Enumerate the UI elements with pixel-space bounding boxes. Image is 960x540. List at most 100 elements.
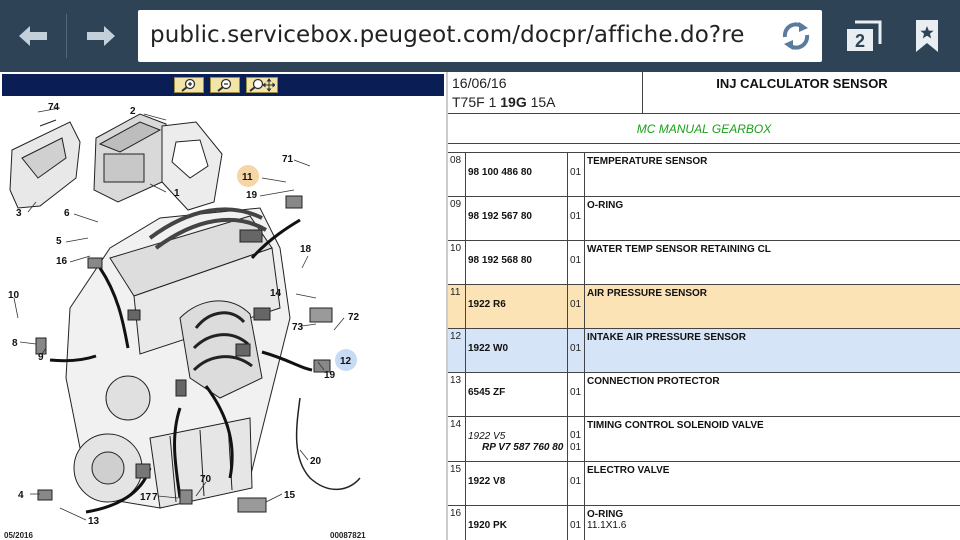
part-reference-cell[interactable]: 1922 W0 (467, 329, 568, 372)
url-text[interactable]: public.servicebox.peugeot.com/docpr/affi… (150, 22, 745, 48)
part-number-cell: 08 (448, 153, 466, 196)
zoom-toolbar (2, 74, 444, 96)
zoom-pan-icon (249, 78, 275, 92)
svg-text:74: 74 (48, 102, 60, 113)
parts-table: 08 98 100 486 80 01 TEMPERATURE SENSOR 09 98 … (448, 152, 960, 540)
part-description-cell: INTAKE AIR PRESSURE SENSOR (586, 329, 960, 372)
part-reference-cell[interactable]: 1922 R6 (467, 285, 568, 328)
table-row[interactable]: 08 98 100 486 80 01 TEMPERATURE SENSOR (448, 153, 960, 197)
part-description: ELECTRO VALVE (587, 465, 670, 476)
svg-text:1: 1 (174, 188, 180, 199)
quantity-cell: 01 (569, 197, 585, 240)
part-reference[interactable]: 1922 V5 (468, 431, 567, 442)
part-description-cell: TEMPERATURE SENSOR (586, 153, 960, 196)
part-number-cell: 13 (448, 373, 466, 416)
bookmark-icon (916, 20, 938, 52)
part-description-cell: O-RING 11.1X1.6 (586, 506, 960, 540)
part-reference-cell[interactable]: 98 192 567 80 (467, 197, 568, 240)
svg-text:19: 19 (246, 190, 258, 201)
toolbar-separator (66, 14, 67, 58)
quantity-cell: 01 (569, 506, 585, 540)
url-bar[interactable]: public.servicebox.peugeot.com/docpr/affi… (138, 10, 822, 62)
part-reference-cell[interactable]: 1920 PK (467, 506, 568, 540)
part-number-cell: 14 (448, 417, 466, 461)
svg-text:6: 6 (64, 208, 70, 219)
part-reference-cell[interactable]: 6545 ZF (467, 373, 568, 416)
svg-text:9: 9 (38, 352, 44, 363)
tab-count: 2 (855, 31, 865, 51)
zoom-out-button[interactable] (210, 77, 240, 93)
part-note: 11.1X1.6 (587, 520, 627, 531)
table-row[interactable]: 12 1922 W0 01 INTAKE AIR PRESSURE SENSOR (448, 329, 960, 373)
part-reference-cell[interactable]: 1922 V8 (467, 462, 568, 505)
table-row[interactable]: 09 98 192 567 80 01 O-RING (448, 197, 960, 241)
part-number-cell: 10 (448, 241, 466, 284)
part-description: AIR PRESSURE SENSOR (587, 288, 708, 299)
part-description: TEMPERATURE SENSOR (587, 156, 708, 167)
reload-button[interactable] (776, 16, 816, 56)
browser-toolbar: public.servicebox.peugeot.com/docpr/affi… (0, 0, 960, 72)
quantity-cell: 01 01 (569, 417, 585, 461)
part-reference-cell[interactable]: 98 100 486 80 (467, 153, 568, 196)
quantity-cell: 01 (569, 329, 585, 372)
quantity-cell: 01 (569, 241, 585, 284)
back-arrow-icon (19, 26, 47, 46)
part-description-cell: WATER TEMP SENSOR RETAINING CL (586, 241, 960, 284)
svg-text:4: 4 (18, 490, 24, 501)
bookmark-button[interactable] (904, 14, 950, 58)
table-row[interactable]: 11 1922 R6 01 AIR PRESSURE SENSOR (448, 285, 960, 329)
part-number-cell: 11 (448, 285, 466, 328)
forward-button[interactable] (76, 14, 126, 58)
svg-text:11: 11 (242, 172, 253, 183)
zoom-out-icon (217, 78, 232, 92)
header-model: T75F 1 19G 15A (452, 94, 556, 110)
quantity-cell: 01 (569, 462, 585, 505)
svg-text:2: 2 (130, 106, 136, 117)
part-description: INTAKE AIR PRESSURE SENSOR (587, 332, 746, 343)
table-row[interactable]: 16 1920 PK 01 O-RING 11.1X1.6 (448, 506, 960, 540)
part-description: CONNECTION PROTECTOR (587, 376, 720, 387)
engine-exploded-diagram[interactable]: 74 2 1 3 6 5 16 11 19 71 18 14 73 72 12 … (0, 98, 446, 540)
svg-text:14: 14 (270, 288, 282, 299)
svg-text:13: 13 (88, 516, 100, 527)
diagram-pane: 74 2 1 3 6 5 16 11 19 71 18 14 73 72 12 … (0, 72, 446, 540)
svg-text:18: 18 (300, 244, 312, 255)
part-number-cell: 12 (448, 329, 466, 372)
reload-icon (782, 22, 810, 50)
zoom-in-button[interactable] (174, 77, 204, 93)
part-description-cell: CONNECTION PROTECTOR (586, 373, 960, 416)
back-button[interactable] (8, 14, 58, 58)
part-description: TIMING CONTROL SOLENOID VALVE (587, 420, 764, 431)
part-description: O-RING (587, 200, 624, 211)
zoom-in-icon (181, 78, 196, 92)
table-row[interactable]: 14 1922 V5 RP V7 587 760 80 01 01 TIMING CONT… (448, 417, 960, 462)
svg-text:16: 16 (56, 256, 68, 267)
svg-text:19: 19 (324, 370, 336, 381)
table-row[interactable]: 10 98 192 568 80 01 WATER TEMP SENSOR RETAI… (448, 241, 960, 285)
header-info: 16/06/16 T75F 1 19G 15A (448, 72, 643, 114)
svg-text:17: 17 (140, 492, 152, 503)
quantity-cell: 01 (569, 285, 585, 328)
quantity-cell: 01 (569, 153, 585, 196)
part-reference-replacement[interactable]: RP V7 587 760 80 (468, 442, 567, 453)
table-row[interactable]: 15 1922 V8 01 ELECTRO VALVE (448, 462, 960, 506)
part-description-cell: TIMING CONTROL SOLENOID VALVE (586, 417, 960, 461)
diagram-ref: 00087821 (330, 531, 366, 540)
svg-text:70: 70 (200, 474, 212, 485)
svg-text:12: 12 (340, 356, 352, 367)
header-date: 16/06/16 (452, 75, 507, 91)
tabs-button[interactable]: 2 (838, 14, 888, 58)
zoom-pan-button[interactable] (246, 77, 278, 93)
quantity: 01 (570, 442, 582, 453)
svg-text:7: 7 (152, 492, 158, 503)
part-number-cell: 16 (448, 506, 466, 540)
svg-text:20: 20 (310, 456, 322, 467)
part-reference-cell[interactable]: 1922 V5 RP V7 587 760 80 (467, 417, 568, 461)
part-description: WATER TEMP SENSOR RETAINING CL (587, 244, 771, 255)
quantity-cell: 01 (569, 373, 585, 416)
svg-text:8: 8 (12, 338, 18, 349)
svg-text:15: 15 (284, 490, 296, 501)
part-reference-cell[interactable]: 98 192 568 80 (467, 241, 568, 284)
table-row[interactable]: 13 6545 ZF 01 CONNECTION PROTECTOR (448, 373, 960, 417)
part-description: O-RING (587, 509, 624, 520)
